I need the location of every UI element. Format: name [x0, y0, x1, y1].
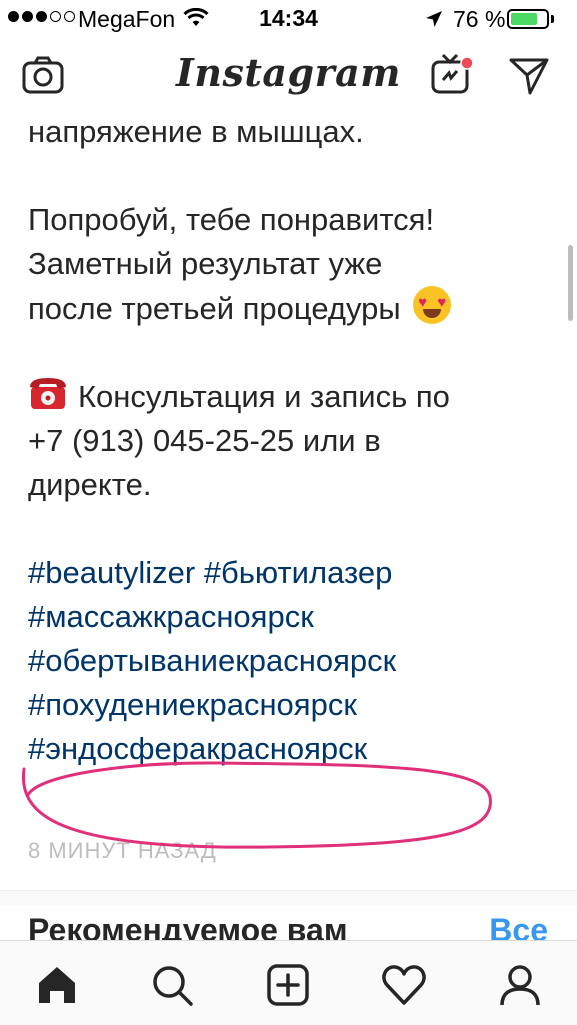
- battery-icon: [507, 9, 549, 29]
- caption-line: Консультация и запись по: [28, 375, 558, 419]
- battery-percent: 76 %: [453, 6, 506, 32]
- heart-eyes-emoji-icon: ♥ ♥: [413, 286, 452, 324]
- new-post-icon: [267, 964, 309, 1006]
- instagram-logo: Instagram: [176, 50, 401, 95]
- tab-search[interactable]: [148, 961, 196, 1009]
- tab-profile[interactable]: [496, 961, 544, 1009]
- status-bar: MegaFon 14:34 76 %: [0, 0, 577, 40]
- hashtag-link[interactable]: #массажкрасноярск: [28, 595, 558, 639]
- caption-line: +7 (913) 045-25-25 или в: [28, 423, 381, 458]
- post-time-ago: 8 МИНУТ НАЗАД: [28, 838, 217, 863]
- tab-activity[interactable]: [380, 961, 428, 1009]
- tab-home[interactable]: [33, 961, 81, 1009]
- caption-line: после третьей процедуры ♥ ♥: [28, 286, 558, 331]
- post-caption-area: напряжение в мышцах. Попробуй, тебе понр…: [0, 90, 577, 870]
- bottom-tab-bar: [0, 940, 577, 1025]
- telephone-emoji-icon: [30, 378, 66, 409]
- location-arrow-icon: [426, 11, 442, 27]
- igtv-icon[interactable]: [430, 52, 476, 98]
- section-divider: [0, 890, 577, 905]
- hashtag-link[interactable]: #похудениекрасноярск: [28, 683, 558, 727]
- battery-tip: [551, 15, 554, 23]
- tab-new-post[interactable]: [264, 961, 312, 1009]
- caption-line: Попробуй, тебе понравится!: [28, 202, 435, 237]
- battery-level-fill: [511, 13, 537, 25]
- caption-line-text: после третьей процедуры: [28, 291, 401, 326]
- caption-line: напряжение в мышцах.: [28, 114, 364, 149]
- post-caption: напряжение в мышцах. Попробуй, тебе понр…: [28, 90, 558, 771]
- hashtag-link[interactable]: #эндосферакрасноярск: [28, 727, 558, 771]
- caption-line: Заметный результат уже: [28, 246, 383, 281]
- search-icon: [153, 966, 193, 1006]
- caption-line-text: Консультация и запись по: [78, 379, 450, 414]
- profile-icon: [500, 965, 540, 1006]
- app-header: Instagram: [0, 40, 577, 112]
- direct-message-icon[interactable]: [508, 56, 550, 96]
- caption-line: директе.: [28, 467, 152, 502]
- hashtag-link[interactable]: #обертываниекрасноярск: [28, 639, 558, 683]
- home-icon: [39, 967, 75, 1003]
- hashtag-link[interactable]: #beautylizer #бьютилазер: [28, 551, 558, 595]
- activity-heart-icon: [382, 965, 426, 1005]
